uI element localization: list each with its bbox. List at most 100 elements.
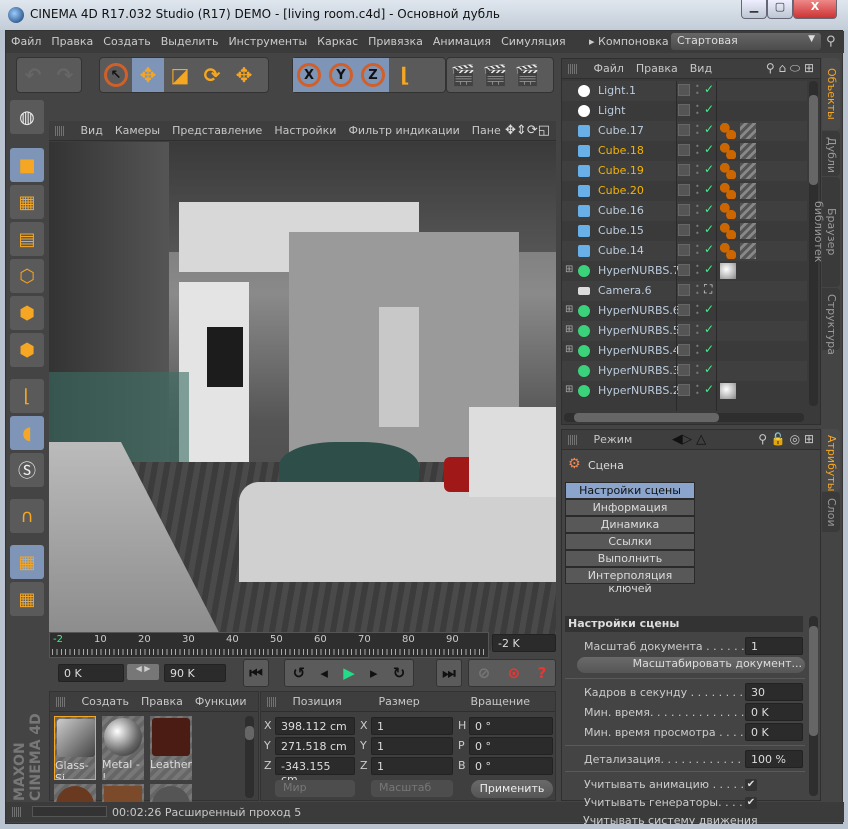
object-row[interactable]: ⊞ HyperNURBS.7 • • ✓ [562, 261, 807, 281]
material-menu-create[interactable]: Создать [76, 692, 136, 711]
apply-button[interactable]: Применить [471, 780, 553, 798]
prev-frame-icon[interactable]: ◂ [320, 664, 328, 682]
layer-color-icon[interactable] [678, 304, 690, 316]
fps-field[interactable]: 30 [745, 683, 803, 701]
menu-tools[interactable]: Инструменты [223, 31, 312, 52]
enabled-check-icon[interactable]: ✓ [704, 262, 714, 276]
enabled-check-icon[interactable]: ✓ [704, 382, 714, 396]
enabled-check-icon[interactable]: ✓ [704, 142, 714, 156]
phong-tag-icon[interactable] [720, 243, 736, 259]
menu-select[interactable]: Выделить [156, 31, 224, 52]
layer-color-icon[interactable] [678, 284, 690, 296]
tab-attributes[interactable]: Атрибуты [822, 429, 840, 491]
x-axis-button[interactable]: X [293, 58, 325, 92]
visibility-dots-icon[interactable]: • • [695, 143, 700, 158]
size-mode-dropdown[interactable]: Масштаб [371, 780, 453, 797]
enabled-check-icon[interactable]: ✓ [704, 222, 714, 236]
menu-mesh[interactable]: Каркас [312, 31, 363, 52]
scale-document-button[interactable]: Масштабировать документ... [577, 657, 805, 673]
tweak-mode-button[interactable]: ◖ [10, 416, 44, 450]
min-time-field[interactable]: 0 K [745, 703, 803, 721]
material-tag-icon[interactable] [740, 143, 756, 159]
y-axis-button[interactable]: Y [325, 58, 357, 92]
tab-structure[interactable]: Структура [822, 288, 840, 355]
rotation-p-field[interactable]: 0 ° [469, 737, 553, 755]
enabled-check-icon[interactable]: ✓ [704, 122, 714, 136]
expand-icon[interactable]: ⊞ [565, 264, 573, 275]
workplane-mode-button[interactable]: ▤ [10, 222, 44, 256]
visibility-dots-icon[interactable]: • • [695, 163, 700, 178]
enabled-check-icon[interactable]: ✓ [704, 182, 714, 196]
phong-tag-icon[interactable] [720, 163, 736, 179]
record-key-icon[interactable]: ⊘ [478, 664, 491, 682]
material-swatch[interactable] [150, 784, 192, 802]
grip-icon[interactable] [568, 64, 578, 74]
enabled-check-icon[interactable]: ✓ [704, 302, 714, 316]
object-row[interactable]: Light • • ✓ [562, 101, 807, 121]
menu-simulation[interactable]: Симуляция [496, 31, 571, 52]
redo-icon[interactable]: ↷ [49, 58, 81, 92]
lock-workplane-button[interactable]: ▦ [10, 545, 44, 579]
use-animation-checkbox[interactable]: ✔ [745, 779, 757, 791]
layer-color-icon[interactable] [678, 264, 690, 276]
coordinate-mode-dropdown[interactable]: Мир [275, 780, 355, 797]
enabled-check-icon[interactable]: ✓ [704, 162, 714, 176]
menu-create[interactable]: Создать [98, 31, 156, 52]
layer-color-icon[interactable] [678, 224, 690, 236]
undo-icon[interactable]: ↶ [17, 58, 49, 92]
last-tool-button[interactable]: ✥ [228, 58, 260, 92]
object-row[interactable]: Light.1 • • ✓ [562, 81, 807, 101]
menu-edit[interactable]: Правка [46, 31, 98, 52]
menu-animation[interactable]: Анимация [428, 31, 496, 52]
menu-snap[interactable]: Привязка [363, 31, 428, 52]
attributes-scrollbar[interactable] [809, 616, 818, 796]
attributes-toolbar-icons[interactable]: ⚲ 🔓 ◎ ⊞ [758, 432, 814, 446]
scale-tool-button[interactable]: ◪ [164, 58, 196, 92]
attribute-tab[interactable]: Ссылки [565, 533, 695, 550]
tab-objects[interactable]: Объекты [822, 58, 840, 130]
grip-icon[interactable] [55, 126, 65, 136]
phong-tag-icon[interactable] [720, 223, 736, 239]
viewport-menu-panel[interactable]: Пане [466, 121, 507, 140]
objects-menu-edit[interactable]: Правка [630, 59, 684, 78]
autokey-icon[interactable]: ⊙ [508, 664, 521, 682]
next-frame-icon[interactable]: ▸ [370, 664, 378, 682]
material-swatch[interactable]: Metal - ! [102, 716, 144, 780]
visibility-dots-icon[interactable]: • • [695, 203, 700, 218]
rotate-tool-button[interactable]: ⟳ [196, 58, 228, 92]
prev-key-icon[interactable]: ↺ [293, 664, 306, 682]
visibility-dots-icon[interactable]: • • [695, 363, 700, 378]
enabled-check-icon[interactable]: ✓ [704, 362, 714, 376]
play-icon[interactable]: ▶ [343, 664, 355, 682]
enabled-check-icon[interactable]: ✓ [704, 202, 714, 216]
start-frame-field[interactable]: 0 K [58, 664, 124, 682]
object-row[interactable]: Cube.18 • • ✓ [562, 141, 807, 161]
material-tag-icon[interactable] [740, 223, 756, 239]
tab-content-browser[interactable]: Браузер библиотек [812, 177, 840, 287]
layer-color-icon[interactable] [678, 124, 690, 136]
viewport-menu-view[interactable]: Вид [75, 121, 109, 140]
visibility-dots-icon[interactable]: • • [695, 183, 700, 198]
objects-menu-file[interactable]: Файл [588, 59, 630, 78]
visibility-dots-icon[interactable]: • • [695, 223, 700, 238]
rotation-b-field[interactable]: 0 ° [469, 757, 553, 775]
enabled-check-icon[interactable]: ⛶ [704, 282, 712, 297]
layer-color-icon[interactable] [678, 184, 690, 196]
visibility-dots-icon[interactable]: • • [695, 323, 700, 338]
attribute-tab[interactable]: Информация [565, 499, 695, 516]
expand-icon[interactable]: ⊞ [565, 344, 573, 355]
objects-toolbar-icons[interactable]: ⚲ ⌂ ⬭ ⊞ [766, 61, 814, 76]
material-tag-icon[interactable] [740, 243, 756, 259]
end-frame-field[interactable]: 90 K [164, 664, 226, 682]
z-axis-button[interactable]: Z [357, 58, 389, 92]
size-y-field[interactable]: 1 [371, 737, 453, 755]
go-to-start-button[interactable]: ⏮ [243, 659, 269, 687]
close-button[interactable]: X [793, 0, 837, 19]
visibility-dots-icon[interactable]: • • [695, 263, 700, 278]
expand-icon[interactable]: ⊞ [565, 304, 573, 315]
layer-color-icon[interactable] [678, 144, 690, 156]
back-arrow-icon[interactable]: ◀▷ △ [672, 432, 706, 447]
current-frame-field[interactable]: -2 K [492, 634, 556, 652]
attribute-tab[interactable]: Настройки сцены [565, 482, 695, 499]
objects-hscrollbar[interactable] [564, 413, 804, 422]
